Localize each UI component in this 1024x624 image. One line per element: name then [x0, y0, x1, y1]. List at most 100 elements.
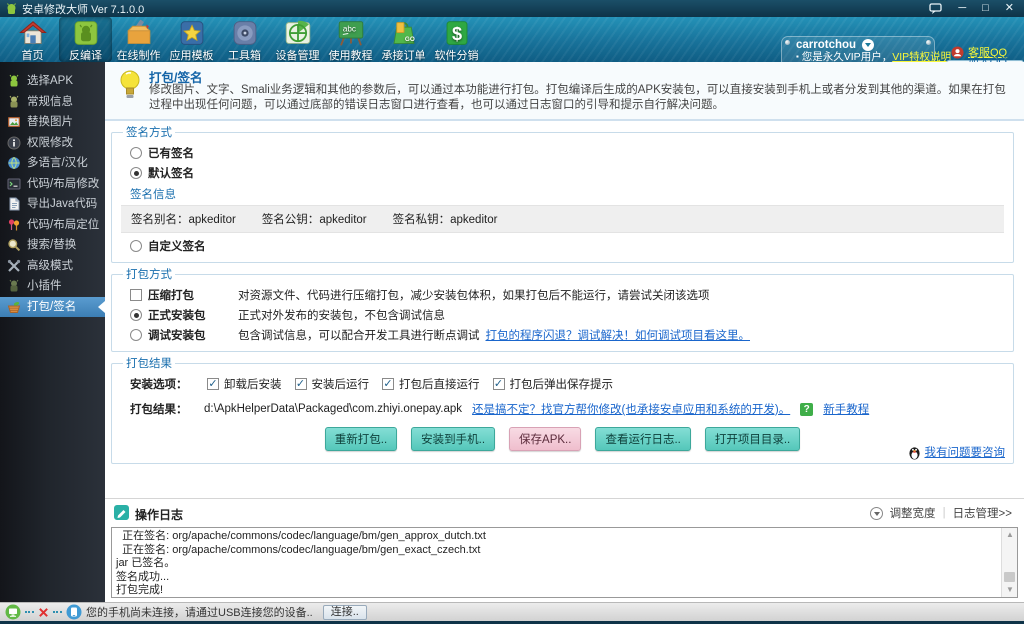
sidebar-item-code-layout-locate[interactable]: 代码/布局定位 [0, 215, 105, 236]
beginner-tutorial-link[interactable]: 新手教程 [823, 401, 869, 417]
window-title: 安卓修改大师 Ver 7.1.0.0 [22, 1, 144, 17]
orders-icon: GO [389, 19, 419, 48]
release-pack-desc: 正式对外发布的安装包，不包含调试信息 [238, 307, 445, 323]
toolbar-item-online-make[interactable]: 在线制作 [112, 17, 165, 62]
page-header: 打包/签名 修改图片、文字、Smali业务逻辑和其他的参数后，可以通过本功能进行… [105, 62, 1024, 121]
log-textarea[interactable]: 正在签名: org/apache/commons/codec/language/… [111, 527, 1018, 598]
sidebar-item-label: 代码/布局定位 [27, 219, 99, 231]
option-label: 卸载后安装 [224, 376, 282, 392]
sign-alias-label: 签名别名： [131, 214, 189, 226]
debug-pack-radio[interactable] [130, 329, 142, 341]
sidebar-item-language[interactable]: 多语言/汉化 [0, 153, 105, 174]
release-pack-radio[interactable] [130, 309, 142, 321]
toolbar-item-orders[interactable]: GO 承接订单 [377, 17, 430, 62]
option-label: 打包后弹出保存提示 [510, 376, 614, 392]
svg-text:abc: abc [342, 25, 355, 34]
toolbar-item-label: 使用教程 [324, 47, 377, 63]
screw-icon [785, 40, 790, 45]
sign-privkey-value: apkeditor [450, 214, 497, 226]
install-options-label: 安装选项： [130, 376, 194, 392]
debug-help-link[interactable]: 打包的程序闪退？调试解决！如何调试项目看这里。 [486, 327, 751, 343]
locate-pin-icon [7, 218, 21, 232]
save-prompt-checkbox[interactable]: ✓ [493, 378, 505, 390]
consult-link[interactable]: 我有问题要咨询 [925, 444, 1006, 460]
save-apk-button[interactable]: 保存APK.. [509, 427, 581, 451]
sidebar-item-label: 高级模式 [27, 260, 73, 272]
pack-result-label: 打包结果： [130, 401, 194, 417]
uninstall-then-install-checkbox[interactable]: ✓ [207, 378, 219, 390]
view-run-log-button[interactable]: 查看运行日志.. [595, 427, 690, 451]
toolbar-item-decompile[interactable]: 反编译 [59, 17, 112, 62]
official-help-link[interactable]: 还是搞不定？找官方帮你修改(也承接安卓应用和系统的开发)。 [472, 401, 790, 417]
log-line: 正在签名: org/apache/commons/codec/language/… [116, 544, 997, 558]
sign-privkey-label: 签名私钥： [393, 214, 451, 226]
toolbar-item-label: 工具箱 [218, 47, 271, 63]
log-line: jar 已签名。 [116, 557, 997, 571]
custom-sign-label: 自定义签名 [148, 238, 206, 254]
sidebar-item-package-sign[interactable]: 打包/签名 [0, 297, 105, 318]
status-message: 您的手机尚未连接，请通过USB连接您的设备.. [86, 604, 313, 620]
sidebar-item-plugins[interactable]: 小插件 [0, 276, 105, 297]
service-avatar-icon [951, 46, 964, 59]
sidebar-item-code-layout-edit[interactable]: 代码/布局修改 [0, 174, 105, 195]
app-android-icon [6, 3, 17, 15]
toolbar-item-app-template[interactable]: 应用模板 [165, 17, 218, 62]
code-edit-icon [7, 177, 21, 191]
scroll-thumb[interactable] [1004, 572, 1015, 582]
toolbar-item-device-manager[interactable]: 设备管理 [271, 17, 324, 62]
lightbulb-icon [117, 69, 143, 101]
sidebar-item-advanced-mode[interactable]: 高级模式 [0, 256, 105, 277]
toolbox-icon [230, 19, 260, 48]
sidebar-item-permission-edit[interactable]: 权限修改 [0, 133, 105, 154]
feedback-bubble-icon[interactable] [929, 3, 942, 14]
maximize-button[interactable]: □ [982, 3, 989, 14]
separator: | [943, 507, 946, 519]
sidebar-item-search-replace[interactable]: 搜索/替换 [0, 235, 105, 256]
run-after-pack-checkbox[interactable]: ✓ [382, 378, 394, 390]
toolbar-item-tutorial[interactable]: abc 使用教程 [324, 17, 377, 62]
log-scrollbar[interactable]: ▲ ▼ [1001, 528, 1017, 597]
sign-method-group: 签名方式 已有签名 默认签名 签名信息 签名别名：apkeditor 签名公钥：… [111, 124, 1014, 263]
status-bar: 您的手机尚未连接，请通过USB连接您的设备.. 连接.. [0, 602, 1024, 621]
debug-pack-desc: 包含调试信息，可以配合开发工具进行断点调试 [238, 327, 480, 343]
android-info-icon [7, 95, 21, 109]
operation-log-panel: 操作日志 调整宽度 | 日志管理>> 正在签名: org/apache/comm… [105, 498, 1024, 602]
sidebar-item-label: 常规信息 [27, 96, 73, 108]
scroll-down-arrow[interactable]: ▼ [1002, 583, 1018, 597]
sidebar-item-label: 导出Java代码 [27, 198, 97, 210]
default-sign-radio[interactable] [130, 167, 142, 179]
sidebar-item-label: 搜索/替换 [27, 239, 76, 251]
close-button[interactable]: ✕ [1005, 3, 1014, 14]
repack-button[interactable]: 重新打包.. [325, 427, 397, 451]
existing-sign-radio[interactable] [130, 147, 142, 159]
globe-icon [7, 156, 21, 170]
minimize-button[interactable]: ─ [958, 3, 966, 14]
connection-dash [53, 611, 62, 613]
sidebar-item-export-java[interactable]: 导出Java代码 [0, 194, 105, 215]
adjust-width-label[interactable]: 调整宽度 [890, 505, 936, 521]
connect-button[interactable]: 连接.. [323, 605, 367, 620]
custom-sign-radio[interactable] [130, 240, 142, 252]
toolbar-item-distribution[interactable]: $ 软件分销 [430, 17, 483, 62]
adjust-width-chevron-icon[interactable] [870, 507, 883, 520]
sidebar: 选择APK 常规信息 替换图片 权限修改 多语言/汉化 代码/布局修改 [0, 62, 105, 602]
scroll-up-arrow[interactable]: ▲ [1002, 528, 1018, 542]
toolbar-item-home[interactable]: 首页 [6, 17, 59, 62]
install-to-phone-button[interactable]: 安装到手机.. [411, 427, 495, 451]
sidebar-item-general-info[interactable]: 常规信息 [0, 92, 105, 113]
sign-alias-value: apkeditor [189, 214, 236, 226]
compress-pack-checkbox[interactable] [130, 289, 142, 301]
help-question-icon[interactable]: ? [800, 403, 813, 416]
username: carrotchou [796, 39, 856, 51]
sidebar-item-select-apk[interactable]: 选择APK [0, 71, 105, 92]
account-chevron-down-icon[interactable] [862, 39, 874, 51]
log-manage-link[interactable]: 日志管理>> [953, 505, 1012, 521]
advanced-tools-icon [7, 259, 21, 273]
compress-pack-desc: 对资源文件、代码进行压缩打包，减少安装包体积，如果打包后不能运行，请尝试关闭该选… [238, 287, 710, 303]
screw-icon [926, 40, 931, 45]
sign-method-legend: 签名方式 [123, 124, 175, 140]
run-after-install-checkbox[interactable]: ✓ [295, 378, 307, 390]
toolbar-item-toolbox[interactable]: 工具箱 [218, 17, 271, 62]
sidebar-item-replace-image[interactable]: 替换图片 [0, 112, 105, 133]
open-project-dir-button[interactable]: 打开项目目录.. [705, 427, 800, 451]
